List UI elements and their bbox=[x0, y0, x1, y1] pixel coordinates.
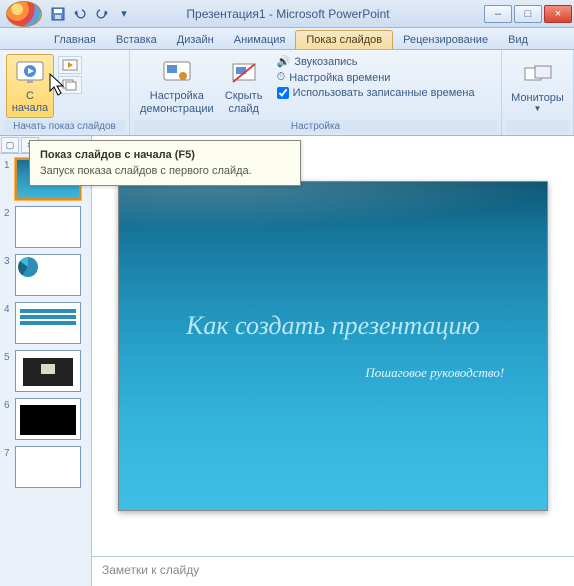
thumbnails: 1 2 3 4 5 6 7 bbox=[0, 154, 91, 498]
record-icon: 🔊 bbox=[277, 55, 291, 68]
setup-icon bbox=[161, 57, 193, 89]
thumb-row[interactable]: 2 bbox=[4, 206, 87, 248]
thumbnail-4[interactable] bbox=[15, 302, 81, 344]
thumbnail-7[interactable] bbox=[15, 446, 81, 488]
thumbnail-6[interactable] bbox=[15, 398, 81, 440]
slide-thumbnail-panel: ▢ ≡ 1 2 3 4 5 6 7 bbox=[0, 136, 92, 586]
minimize-button[interactable]: – bbox=[484, 5, 512, 23]
window-controls: – □ × bbox=[482, 5, 572, 23]
slide-stage: Как создать презентацию Пошаговое руково… bbox=[92, 136, 574, 556]
window-title: Презентация1 - Microsoft PowerPoint bbox=[94, 7, 482, 21]
tab-review[interactable]: Рецензирование bbox=[393, 31, 498, 49]
office-button[interactable] bbox=[6, 1, 42, 27]
hide-slide-button[interactable]: Скрыть слайд bbox=[220, 54, 268, 118]
slides-tab-icon[interactable]: ▢ bbox=[1, 137, 19, 153]
title-bar: ▾ Презентация1 - Microsoft PowerPoint – … bbox=[0, 0, 574, 28]
tab-home[interactable]: Главная bbox=[44, 31, 106, 49]
hide-slide-icon bbox=[228, 57, 260, 89]
tab-slideshow[interactable]: Показ слайдов bbox=[295, 30, 393, 49]
tooltip-desc: Запуск показа слайдов с первого слайда. bbox=[40, 165, 290, 177]
thumb-row[interactable]: 3 bbox=[4, 254, 87, 296]
tab-insert[interactable]: Вставка bbox=[106, 31, 167, 49]
group-monitors: Мониторы ▼ bbox=[502, 50, 574, 135]
group-monitors-label bbox=[506, 120, 569, 133]
slide-canvas[interactable]: Как создать презентацию Пошаговое руково… bbox=[118, 181, 548, 511]
thumbnail-5[interactable] bbox=[15, 350, 81, 392]
monitors-button[interactable]: Мониторы ▼ bbox=[508, 54, 567, 118]
close-button[interactable]: × bbox=[544, 5, 572, 23]
monitors-icon bbox=[522, 59, 554, 91]
thumbnail-3[interactable] bbox=[15, 254, 81, 296]
group-start-label: Начать показ слайдов bbox=[4, 120, 125, 133]
slide-title[interactable]: Как создать презентацию bbox=[186, 311, 480, 341]
group-setup: Настройка демонстрации Скрыть слайд 🔊Зву… bbox=[130, 50, 502, 135]
group-setup-label: Настройка bbox=[134, 120, 497, 133]
custom-slideshow-icon[interactable] bbox=[58, 76, 82, 94]
chevron-down-icon: ▼ bbox=[534, 104, 542, 113]
clock-icon: ⏱ bbox=[277, 71, 286, 84]
tab-view[interactable]: Вид bbox=[498, 31, 538, 49]
thumb-row[interactable]: 6 bbox=[4, 398, 87, 440]
ribbon-tabs: Главная Вставка Дизайн Анимация Показ сл… bbox=[0, 28, 574, 50]
undo-icon[interactable] bbox=[70, 4, 90, 24]
from-beginning-button[interactable]: С начала bbox=[6, 54, 54, 118]
rehearse-timings-row[interactable]: ⏱Настройка времени bbox=[274, 70, 478, 85]
tab-animation[interactable]: Анимация bbox=[224, 31, 296, 49]
thumb-row[interactable]: 7 bbox=[4, 446, 87, 488]
workspace: ▢ ≡ 1 2 3 4 5 6 7 Как создать презентаци… bbox=[0, 136, 574, 586]
setup-slideshow-button[interactable]: Настройка демонстрации bbox=[136, 54, 218, 118]
thumb-row[interactable]: 4 bbox=[4, 302, 87, 344]
thumb-row[interactable]: 5 bbox=[4, 350, 87, 392]
use-timings-checkbox[interactable] bbox=[277, 87, 289, 99]
tooltip: Показ слайдов с начала (F5) Запуск показ… bbox=[29, 140, 301, 186]
maximize-button[interactable]: □ bbox=[514, 5, 542, 23]
tooltip-title: Показ слайдов с начала (F5) bbox=[40, 149, 290, 161]
tab-design[interactable]: Дизайн bbox=[167, 31, 224, 49]
save-icon[interactable] bbox=[48, 4, 68, 24]
ribbon: С начала Начать показ слайдов Настройка … bbox=[0, 50, 574, 136]
start-small-buttons bbox=[56, 54, 84, 96]
slide-subtitle[interactable]: Пошаговое руководство! bbox=[162, 365, 504, 381]
setup-label: Настройка демонстрации bbox=[140, 90, 214, 115]
play-from-start-icon bbox=[14, 57, 46, 89]
monitors-label: Мониторы bbox=[511, 92, 564, 105]
record-narration-row[interactable]: 🔊Звукозапись bbox=[274, 54, 478, 69]
main-area: Как создать презентацию Пошаговое руково… bbox=[92, 136, 574, 586]
from-current-icon[interactable] bbox=[58, 56, 82, 74]
group-start-slideshow: С начала Начать показ слайдов bbox=[0, 50, 130, 135]
notes-pane[interactable]: Заметки к слайду bbox=[92, 556, 574, 586]
use-timings-row[interactable]: Использовать записанные времена bbox=[274, 86, 478, 100]
hide-slide-label: Скрыть слайд bbox=[225, 90, 263, 115]
from-beginning-label: С начала bbox=[12, 90, 48, 115]
thumbnail-2[interactable] bbox=[15, 206, 81, 248]
